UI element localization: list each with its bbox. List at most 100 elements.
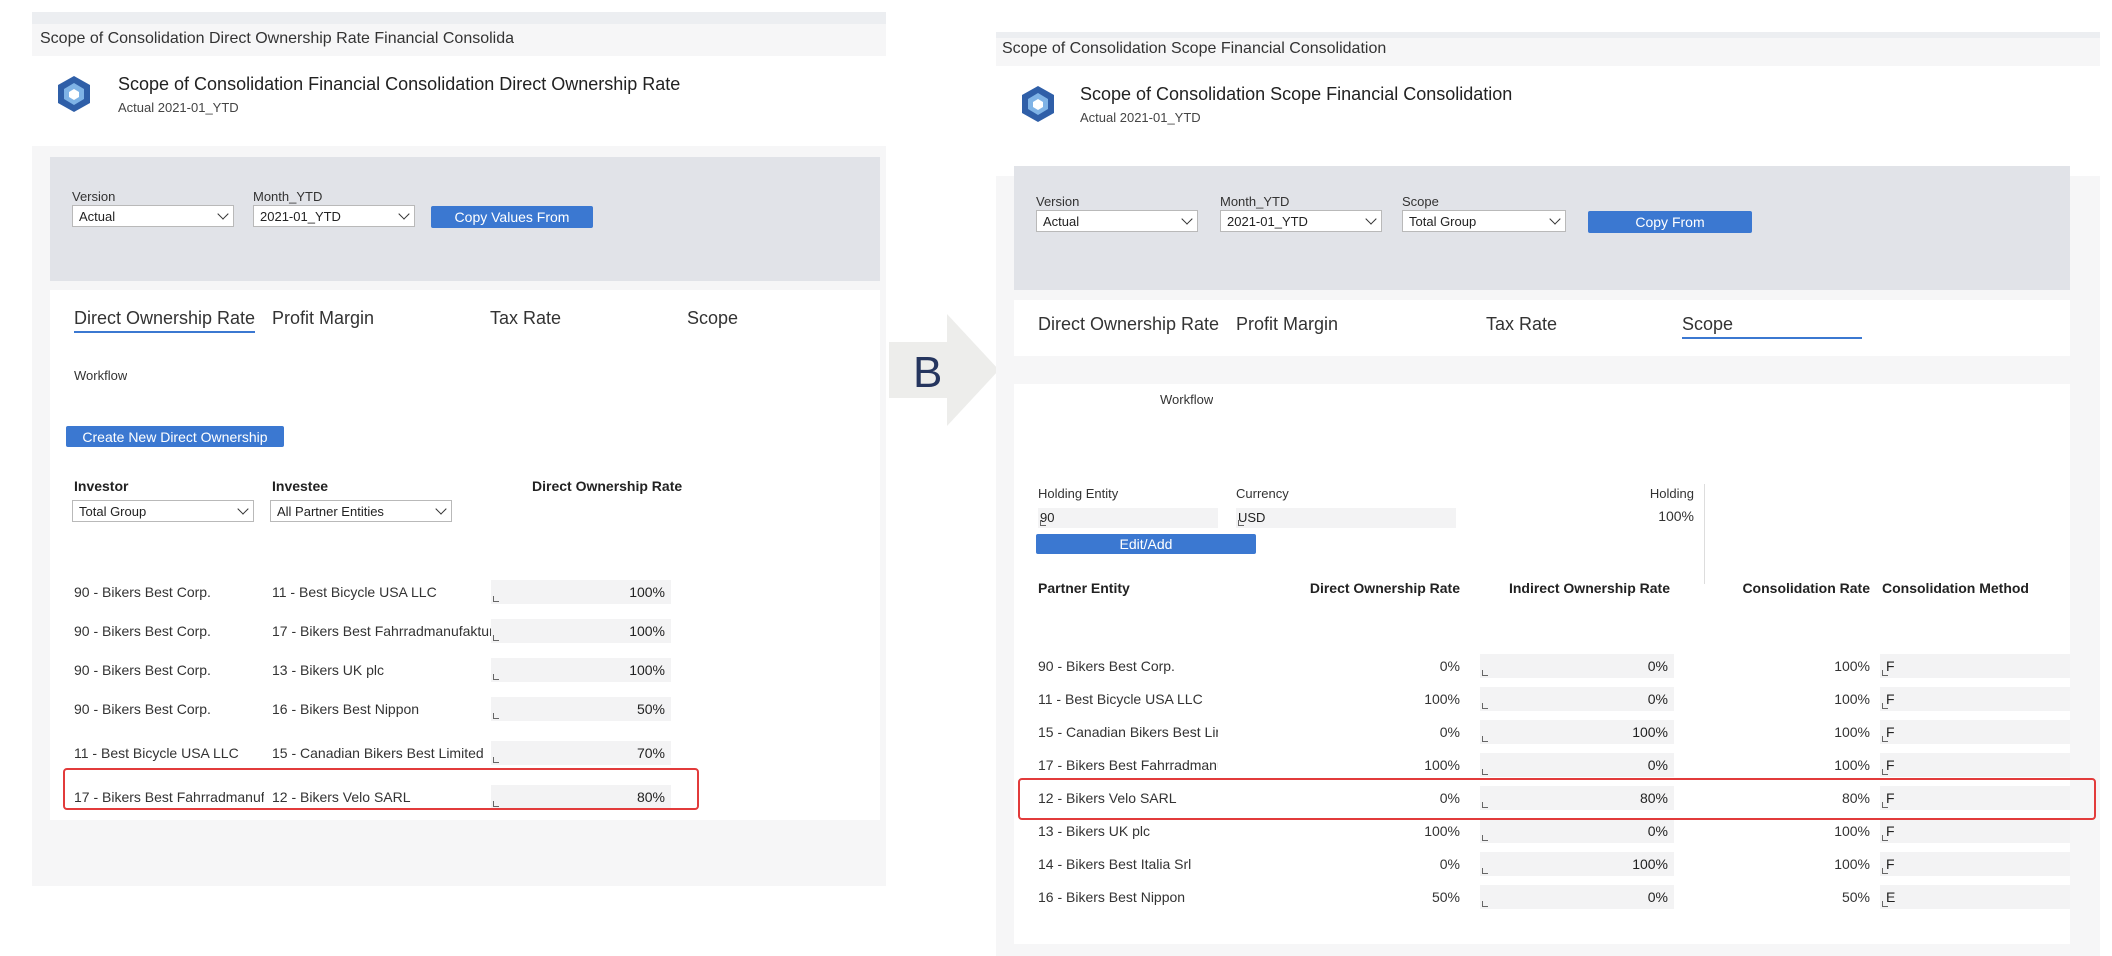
method-input[interactable]: F [1880,720,2070,744]
method-input[interactable]: E [1880,885,2070,909]
holding-entity-input[interactable]: 90 [1038,508,1218,528]
direct-cell: 100% [1424,757,1460,773]
indirect-input[interactable]: 100% [1480,852,1674,876]
version-select[interactable]: Actual [72,205,234,227]
indirect-input[interactable]: 0% [1480,753,1674,777]
workflow-label: Workflow [74,368,128,383]
column-header-partner: Partner Entity [1038,580,1130,596]
consolidation-cell: 100% [1834,757,1870,773]
tab-profit-margin[interactable]: Profit Margin [272,308,374,329]
indirect-value: 0% [1647,823,1668,839]
rate-input[interactable]: 100% [491,658,671,682]
month-select[interactable]: 2021-01_YTD [1220,210,1382,232]
version-value: Actual [79,208,116,224]
direct-cell: 100% [1424,823,1460,839]
direct-cell: 0% [1439,658,1460,674]
step-label: B [913,348,943,397]
window-title: Scope of Consolidation Scope Financial C… [1002,40,1387,57]
tab-profit-margin[interactable]: Profit Margin [1236,314,1338,335]
consolidation-cell: 100% [1834,823,1870,839]
partner-cell: 13 - Bikers UK plc [1038,823,1151,839]
main-content: Direct Ownership Rate Profit Margin Tax … [50,290,880,820]
direct-cell: 0% [1439,724,1460,740]
chevron-down-icon [217,208,229,220]
investor-cell: 90 - Bikers Best Corp. [74,662,211,678]
rate-input[interactable]: 100% [491,580,671,604]
chevron-down-icon [1549,213,1561,225]
column-header-investor: Investor [74,478,129,494]
column-header-investee: Investee [272,478,329,494]
rate-input[interactable]: 100% [491,619,671,643]
column-header-consolidation: Consolidation Rate [1742,580,1870,596]
column-header-direct: Direct Ownership Rate [1309,580,1460,596]
rate-input[interactable]: 50% [491,697,671,721]
tab-direct-ownership-rate[interactable]: Direct Ownership Rate [74,308,256,333]
version-value: Actual [1043,213,1080,229]
create-direct-ownership-button[interactable]: Create New Direct Ownership [66,426,284,447]
tab-direct-ownership-rate[interactable]: Direct Ownership Rate [1038,314,1219,335]
partner-cell: 90 - Bikers Best Corp. [1038,658,1175,674]
page-subtitle: Actual 2021-01_YTD [118,100,239,115]
investor-filter-select[interactable]: Total Group [72,500,254,522]
investor-filter-value: Total Group [79,503,147,519]
method-input[interactable]: F [1880,819,2070,843]
header: Scope of Consolidation Financial Consoli… [32,56,886,146]
indirect-value: 0% [1647,658,1668,674]
partner-cell: 16 - Bikers Best Nippon [1038,889,1186,905]
indirect-value: 0% [1647,889,1668,905]
resize-handle-icon [1040,520,1046,526]
rate-input[interactable]: 70% [491,741,671,765]
resize-handle-icon [1482,835,1488,841]
investee-cell: 16 - Bikers Best Nippon [272,701,420,717]
tab-scope[interactable]: Scope [1682,314,1862,339]
indirect-input[interactable]: 100% [1480,720,1674,744]
month-value: 2021-01_YTD [260,208,341,224]
method-input[interactable]: F [1880,753,2070,777]
column-header-rate: Direct Ownership Rate [532,478,683,494]
workflow-label: Workflow [1160,392,1214,407]
partner-cell: 17 - Bikers Best Fahrradmanufa [1038,757,1218,773]
resize-handle-icon [493,713,499,719]
resize-handle-icon [1238,520,1244,526]
highlight-box [1018,778,2096,820]
indirect-input[interactable]: 0% [1480,654,1674,678]
holding-entity-label: Holding Entity [1038,486,1119,501]
investor-cell: 11 - Best Bicycle USA LLC [74,745,239,761]
column-header-method: Consolidation Method [1882,580,2029,596]
currency-input[interactable]: USD [1236,508,1456,528]
chevron-down-icon [1365,213,1377,225]
scope-select[interactable]: Total Group [1402,210,1566,232]
indirect-input[interactable]: 0% [1480,819,1674,843]
partner-cell: 15 - Canadian Bikers Best Limit [1038,724,1218,740]
main-content: Workflow Holding Entity 90 Currency USD … [1014,384,2070,944]
copy-values-button[interactable]: Copy Values From [431,206,593,228]
version-select[interactable]: Actual [1036,210,1198,232]
method-input[interactable]: F [1880,687,2070,711]
investee-cell: 15 - Canadian Bikers Best Limited [272,745,484,761]
version-label: Version [1036,194,1080,209]
partner-cell: 11 - Best Bicycle USA LLC [1038,691,1203,707]
filter-bar: Version Actual Month_YTD 2021-01_YTD Cop… [50,157,880,281]
page-subtitle: Actual 2021-01_YTD [1080,110,1201,125]
copy-from-button[interactable]: Copy From [1588,211,1752,233]
method-input[interactable]: F [1880,654,2070,678]
indirect-input[interactable]: 0% [1480,885,1674,909]
right-screen: Scope of Consolidation Scope Financial C… [996,32,2100,956]
edit-add-button[interactable]: Edit/Add [1036,534,1256,554]
month-select[interactable]: 2021-01_YTD [253,205,415,227]
resize-handle-icon [1882,901,1888,907]
rate-value: 100% [629,623,665,639]
indirect-input[interactable]: 0% [1480,687,1674,711]
investee-filter-select[interactable]: All Partner Entities [270,500,452,522]
tab-tax-rate[interactable]: Tax Rate [1486,314,1557,335]
investee-cell: 11 - Best Bicycle USA LLC [272,584,437,600]
header: Scope of Consolidation Scope Financial C… [996,66,2100,176]
tab-scope[interactable]: Scope [687,308,738,329]
holding-label: Holding [1649,486,1694,501]
tab-tax-rate[interactable]: Tax Rate [490,308,561,329]
indirect-value: 100% [1632,724,1668,740]
resize-handle-icon [1882,703,1888,709]
holding-value: 100% [1658,508,1694,524]
chevron-down-icon [398,208,410,220]
method-input[interactable]: F [1880,852,2070,876]
